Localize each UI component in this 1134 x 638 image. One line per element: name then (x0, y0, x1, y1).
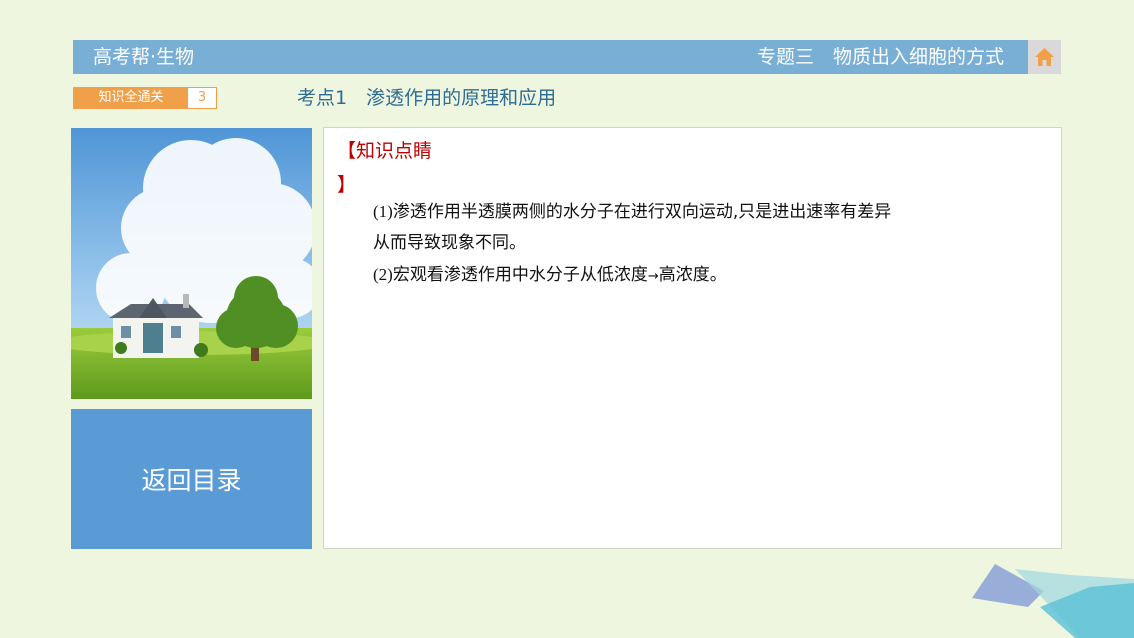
decorative-shapes (972, 564, 1134, 638)
back-to-contents-button[interactable]: 返回目录 (71, 409, 312, 549)
badge-number: 3 (188, 88, 216, 108)
content-item-2: (2)宏观看渗透作用中水分子从低浓度→高浓度。 (373, 263, 727, 289)
item-number: (2) (373, 265, 393, 284)
arrow-symbol: → (647, 269, 659, 284)
section-badge: 知识全通关 3 (73, 87, 217, 109)
course-title: 高考帮·生物 (93, 46, 195, 68)
chapter-title: 专题三 物质出入细胞的方式 (756, 46, 1004, 68)
badge-label: 知识全通关 (98, 90, 164, 105)
item-number: (1) (373, 202, 393, 221)
item-text: 渗透作用半透膜两侧的水分子在进行双向运动,只是进出速率有差异 (392, 202, 892, 222)
item-text: 宏观看渗透作用中水分子从低浓度 (392, 265, 648, 285)
home-icon (1035, 48, 1054, 66)
home-button[interactable] (1028, 40, 1061, 74)
header-bar: 高考帮·生物 专题三 物质出入细胞的方式 (73, 40, 1028, 74)
topic-title: 考点1 渗透作用的原理和应用 (297, 87, 557, 109)
section-heading: 【知识点睛 (337, 140, 433, 162)
house-illustration (71, 128, 312, 399)
item-text-end: 高浓度。 (658, 265, 727, 285)
item-text: 从而导致现象不同。 (373, 233, 526, 253)
content-item-1-cont: 从而导致现象不同。 (373, 231, 526, 255)
content-item-1: (1)渗透作用半透膜两侧的水分子在进行双向运动,只是进出速率有差异 (373, 200, 891, 224)
section-heading-close: 】 (337, 174, 357, 196)
content-panel: 【知识点睛 】 (1)渗透作用半透膜两侧的水分子在进行双向运动,只是进出速率有差… (323, 127, 1062, 549)
